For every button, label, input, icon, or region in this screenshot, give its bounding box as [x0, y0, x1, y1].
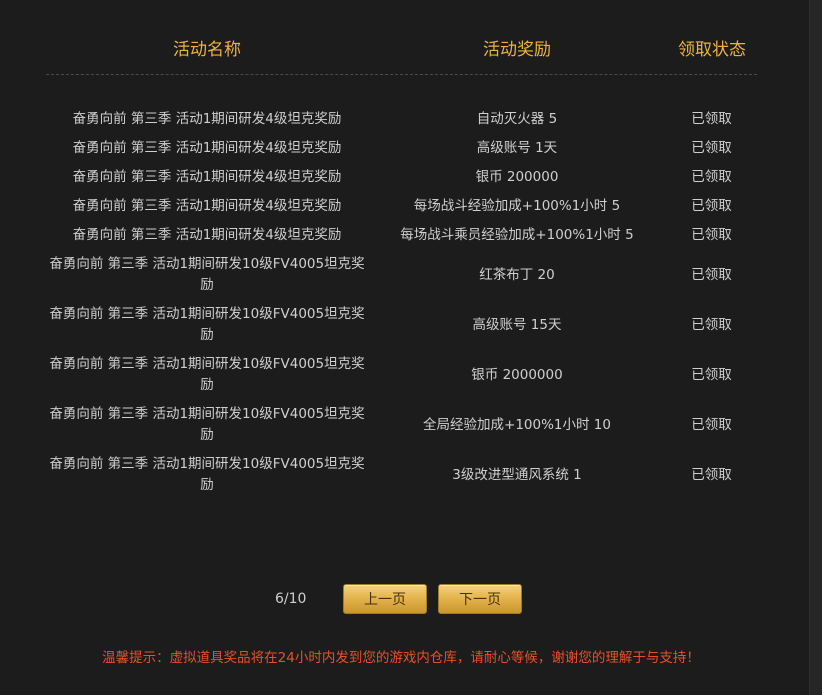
status-cell: 已领取	[691, 227, 732, 243]
status-cell: 已领取	[691, 416, 732, 433]
status-cell: 已领取	[691, 111, 732, 127]
reward-table-body: 奋勇向前 第三季 活动1期间研发4级坦克奖励 自动灭火器 5 已领取 奋勇向前 …	[46, 105, 757, 500]
table-row: 奋勇向前 第三季 活动1期间研发10级FV4005坦克奖励 银币 2000000…	[46, 350, 757, 400]
activity-name-cell: 奋勇向前 第三季 活动1期间研发4级坦克奖励	[72, 111, 342, 127]
activity-name-cell: 奋勇向前 第三季 活动1期间研发10级FV4005坦克奖励	[49, 306, 365, 343]
reward-cell: 每场战斗经验加成+100%1小时 5	[413, 198, 621, 214]
activity-name-cell: 奋勇向前 第三季 活动1期间研发4级坦克奖励	[72, 169, 342, 185]
activity-name-cell: 奋勇向前 第三季 活动1期间研发4级坦克奖励	[72, 140, 342, 156]
reward-cell: 全局经验加成+100%1小时 10	[423, 416, 611, 433]
activity-name-cell: 奋勇向前 第三季 活动1期间研发10级FV4005坦克奖励	[49, 406, 365, 443]
reward-cell: 银币 200000	[475, 169, 559, 185]
status-cell: 已领取	[691, 466, 732, 483]
reward-cell: 高级账号 15天	[472, 316, 562, 333]
activity-name-cell: 奋勇向前 第三季 活动1期间研发10级FV4005坦克奖励	[49, 256, 365, 293]
status-cell: 已领取	[691, 198, 732, 214]
activity-name-cell: 奋勇向前 第三季 活动1期间研发4级坦克奖励	[72, 227, 342, 243]
table-row: 奋勇向前 第三季 活动1期间研发10级FV4005坦克奖励 高级账号 15天 已…	[46, 300, 757, 350]
table-row: 奋勇向前 第三季 活动1期间研发10级FV4005坦克奖励 红茶布丁 20 已领…	[46, 250, 757, 300]
status-cell: 已领取	[691, 266, 732, 283]
reward-cell: 银币 2000000	[471, 366, 563, 383]
pagination: 6/10 上一页 下一页	[0, 584, 822, 616]
table-row: 奋勇向前 第三季 活动1期间研发10级FV4005坦克奖励 3级改进型通风系统 …	[46, 450, 757, 500]
header-activity-name: 活动名称	[173, 40, 241, 60]
reward-cell: 自动灭火器 5	[476, 111, 558, 127]
table-row: 奋勇向前 第三季 活动1期间研发4级坦克奖励 每场战斗乘员经验加成+100%1小…	[46, 221, 757, 250]
header-activity-reward: 活动奖励	[483, 40, 551, 60]
activity-name-cell: 奋勇向前 第三季 活动1期间研发10级FV4005坦克奖励	[49, 356, 365, 393]
table-row: 奋勇向前 第三季 活动1期间研发4级坦克奖励 自动灭火器 5 已领取	[46, 105, 757, 134]
table-row: 奋勇向前 第三季 活动1期间研发4级坦克奖励 每场战斗经验加成+100%1小时 …	[46, 192, 757, 221]
status-cell: 已领取	[691, 140, 732, 156]
reward-cell: 高级账号 1天	[476, 140, 558, 156]
reward-cell: 每场战斗乘员经验加成+100%1小时 5	[400, 227, 634, 243]
next-page-button[interactable]: 下一页	[438, 584, 522, 614]
activity-name-cell: 奋勇向前 第三季 活动1期间研发4级坦克奖励	[72, 198, 342, 214]
activity-name-cell: 奋勇向前 第三季 活动1期间研发10级FV4005坦克奖励	[49, 456, 365, 493]
table-row: 奋勇向前 第三季 活动1期间研发10级FV4005坦克奖励 全局经验加成+100…	[46, 400, 757, 450]
prev-page-button[interactable]: 上一页	[343, 584, 427, 614]
status-cell: 已领取	[691, 316, 732, 333]
reward-cell: 3级改进型通风系统 1	[452, 466, 582, 483]
notice-text: 温馨提示：虚拟道具奖品将在24小时内发到您的游戏内仓库，请耐心等候，谢谢您的理解…	[102, 650, 700, 666]
status-cell: 已领取	[691, 169, 732, 185]
page-indicator: 6/10	[275, 591, 307, 607]
status-cell: 已领取	[691, 366, 732, 383]
table-row: 奋勇向前 第三季 活动1期间研发4级坦克奖励 银币 200000 已领取	[46, 163, 757, 192]
table-row: 奋勇向前 第三季 活动1期间研发4级坦克奖励 高级账号 1天 已领取	[46, 134, 757, 163]
table-header: 活动名称 活动奖励 领取状态	[46, 30, 757, 75]
header-claim-status: 领取状态	[678, 40, 746, 60]
reward-cell: 红茶布丁 20	[479, 266, 555, 283]
